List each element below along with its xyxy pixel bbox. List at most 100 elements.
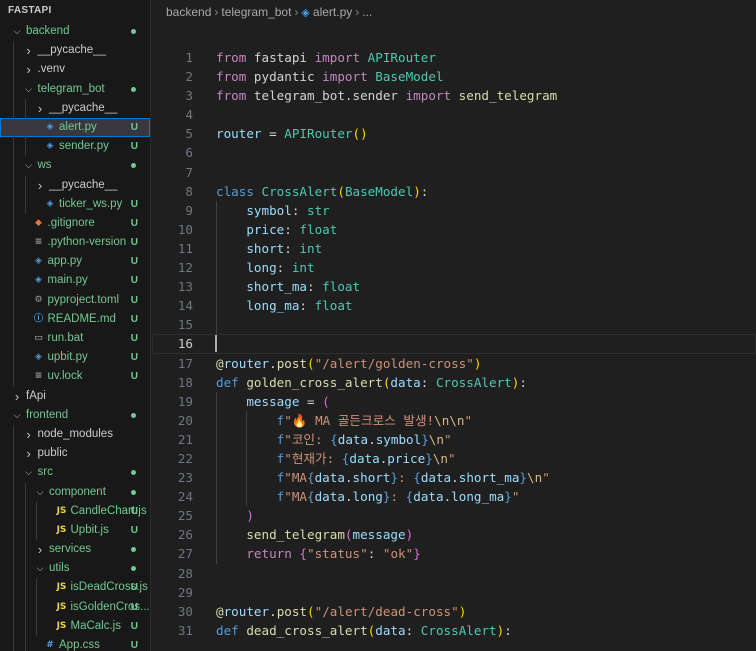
tree-file[interactable]: ◈ sender.py U: [0, 137, 150, 157]
code-text: long: int: [216, 258, 314, 277]
indent-guide: [13, 540, 14, 560]
tree-folder[interactable]: › __pycache__: [0, 98, 150, 118]
tree-item-label: .venv: [37, 63, 66, 76]
indent-guide: [36, 578, 37, 598]
code-line[interactable]: 12 long: int: [152, 258, 756, 278]
chevron-right-icon[interactable]: ›: [12, 387, 22, 406]
line-number: 24: [177, 489, 193, 505]
tree-folder[interactable]: ⌵ utils: [0, 559, 150, 579]
code-token: ): [405, 527, 414, 543]
code-token: import: [314, 50, 361, 65]
tree-folder[interactable]: ⌵ telegram_bot: [0, 79, 150, 99]
code-line[interactable]: 2 from pydantic import BaseModel: [152, 67, 756, 86]
tree-file[interactable]: JS isGoldenCros... U: [0, 597, 150, 617]
code-token: ": [447, 450, 456, 466]
tree-file[interactable]: ▭ run.bat U: [0, 329, 150, 349]
breadcrumb-item-symbols[interactable]: ...: [362, 5, 372, 19]
code-token: short: [352, 470, 391, 486]
tree-folder[interactable]: ⌵ component: [0, 482, 150, 502]
chevron-right-icon[interactable]: ›: [24, 60, 34, 79]
tree-folder[interactable]: ⌵ backend: [0, 22, 150, 41]
code-line[interactable]: 29: [152, 583, 756, 602]
code-line[interactable]: 6: [152, 143, 756, 162]
tree-file[interactable]: JS isDeadCross.js U: [0, 578, 150, 598]
code-area[interactable]: 1 from fastapi import APIRouter 2 from pyda…: [152, 48, 756, 640]
chevron-down-icon[interactable]: ⌵: [35, 559, 45, 578]
code-line[interactable]: 28: [152, 564, 756, 583]
code-line[interactable]: 30 @router.post("/alert/dead-cross"): [152, 602, 756, 621]
tree-file[interactable]: # App.css U: [0, 636, 150, 651]
chevron-right-icon[interactable]: ›: [24, 41, 34, 60]
code-line[interactable]: 31 def dead_cross_alert(data: CrossAlert)…: [152, 621, 756, 640]
tree-folder[interactable]: › node_modules: [0, 424, 150, 445]
tree-folder[interactable]: ⌵ src: [0, 463, 150, 483]
code-line[interactable]: 16: [152, 334, 756, 354]
code-line[interactable]: 20 f"🔥 MA 골든크로스 발생!\n\n": [152, 410, 756, 430]
code-line[interactable]: 13 short_ma: float: [152, 277, 756, 297]
code-token: def: [216, 374, 239, 390]
code-line[interactable]: 11 short: int: [152, 238, 756, 259]
code-line[interactable]: 14 long_ma: float: [152, 296, 756, 316]
tree-file[interactable]: ◆ .gitignore U: [0, 213, 150, 234]
code-line[interactable]: 23 f"MA{data.short}: {data.short_ma}\n": [152, 468, 756, 488]
code-line[interactable]: 10 price: float: [152, 219, 756, 239]
code-line[interactable]: 15: [152, 315, 756, 335]
tree-folder[interactable]: ⌵ frontend: [0, 406, 150, 425]
chevron-down-icon[interactable]: ⌵: [35, 483, 45, 502]
tree-file[interactable]: JS MaCalc.js U: [0, 616, 150, 636]
code-line[interactable]: 5 router = APIRouter(): [152, 124, 756, 143]
tree-folder[interactable]: › public: [0, 444, 150, 464]
code-editor[interactable]: backend › telegram_bot › ◈ alert.py ›... 1 from…: [152, 0, 756, 651]
tree-folder[interactable]: › fApi: [0, 387, 150, 406]
chevron-down-icon[interactable]: ⌵: [24, 80, 34, 99]
tree-file[interactable]: JS Upbit.js U: [0, 520, 150, 541]
breadcrumb-item-telegram-bot[interactable]: telegram_bot: [221, 5, 291, 19]
chevron-down-icon[interactable]: ⌵: [12, 22, 22, 41]
chevron-down-icon[interactable]: ⌵: [12, 406, 22, 425]
tree-file[interactable]: ◈ app.py U: [0, 252, 150, 272]
chevron-right-icon[interactable]: ›: [35, 99, 45, 118]
code-token: data: [337, 431, 369, 447]
code-line[interactable]: 1 from fastapi import APIRouter: [152, 48, 756, 67]
chevron-down-icon[interactable]: ⌵: [24, 156, 34, 175]
tree-file[interactable]: JS CandleChart.js U: [0, 501, 150, 521]
code-line[interactable]: 8 class CrossAlert(BaseModel):: [152, 182, 756, 201]
code-line[interactable]: 27 return {"status": "ok"}: [152, 544, 756, 564]
code-line[interactable]: 22 f"현재가: {data.price}\n": [152, 448, 756, 469]
tree-file[interactable]: ◈ upbit.py U: [0, 348, 150, 368]
code-line[interactable]: 19 message = (: [152, 391, 756, 411]
tree-folder[interactable]: › services: [0, 540, 150, 560]
tree-file[interactable]: ≡ .python-version U: [0, 233, 150, 253]
chevron-down-icon[interactable]: ⌵: [24, 463, 34, 482]
chevron-right-icon[interactable]: ›: [35, 540, 45, 559]
code-line[interactable]: 24 f"MA{data.long}: {data.long_ma}": [152, 487, 756, 507]
tree-folder[interactable]: ⌵ ws: [0, 156, 150, 176]
code-line[interactable]: 17 @router.post("/alert/golden-cross"): [152, 354, 756, 373]
tree-item-label: sender.py: [59, 140, 109, 153]
code-line[interactable]: 9 symbol: str: [152, 200, 756, 220]
code-line[interactable]: 7: [152, 163, 756, 182]
breadcrumb-item-backend[interactable]: backend: [166, 5, 211, 19]
tree-file[interactable]: ⚙ pyproject.toml U: [0, 290, 150, 310]
tree-folder[interactable]: › .venv: [0, 60, 150, 80]
tree-folder[interactable]: › __pycache__: [0, 41, 150, 61]
code-line[interactable]: 18 def golden_cross_alert(data: CrossAler…: [152, 373, 756, 392]
tree-file[interactable]: ◈ main.py U: [0, 271, 150, 291]
chevron-right-icon[interactable]: ›: [24, 425, 34, 444]
code-line[interactable]: 25 ): [152, 506, 756, 526]
tree-file[interactable]: ⓘ README.md U: [0, 309, 150, 329]
tree-item-label: README.md: [47, 312, 116, 325]
code-line[interactable]: 4: [152, 105, 756, 124]
code-line[interactable]: 21 f"코인: {data.symbol}\n": [152, 429, 756, 449]
chevron-right-icon[interactable]: ›: [24, 444, 34, 463]
code-line[interactable]: 26 send_telegram(message): [152, 525, 756, 545]
chevron-right-icon[interactable]: ›: [35, 176, 45, 195]
code-token: post: [276, 603, 308, 619]
code-line[interactable]: 3 from telegram_bot.sender import send_te…: [152, 86, 756, 105]
tree-file[interactable]: ◈ alert.py U: [0, 117, 150, 138]
breadcrumb-item-file[interactable]: alert.py: [313, 5, 352, 19]
tree-folder[interactable]: › __pycache__: [0, 175, 150, 195]
tree-file[interactable]: ≡ uv.lock U: [0, 367, 150, 387]
tree-file[interactable]: ◈ ticker_ws.py U: [0, 194, 150, 214]
